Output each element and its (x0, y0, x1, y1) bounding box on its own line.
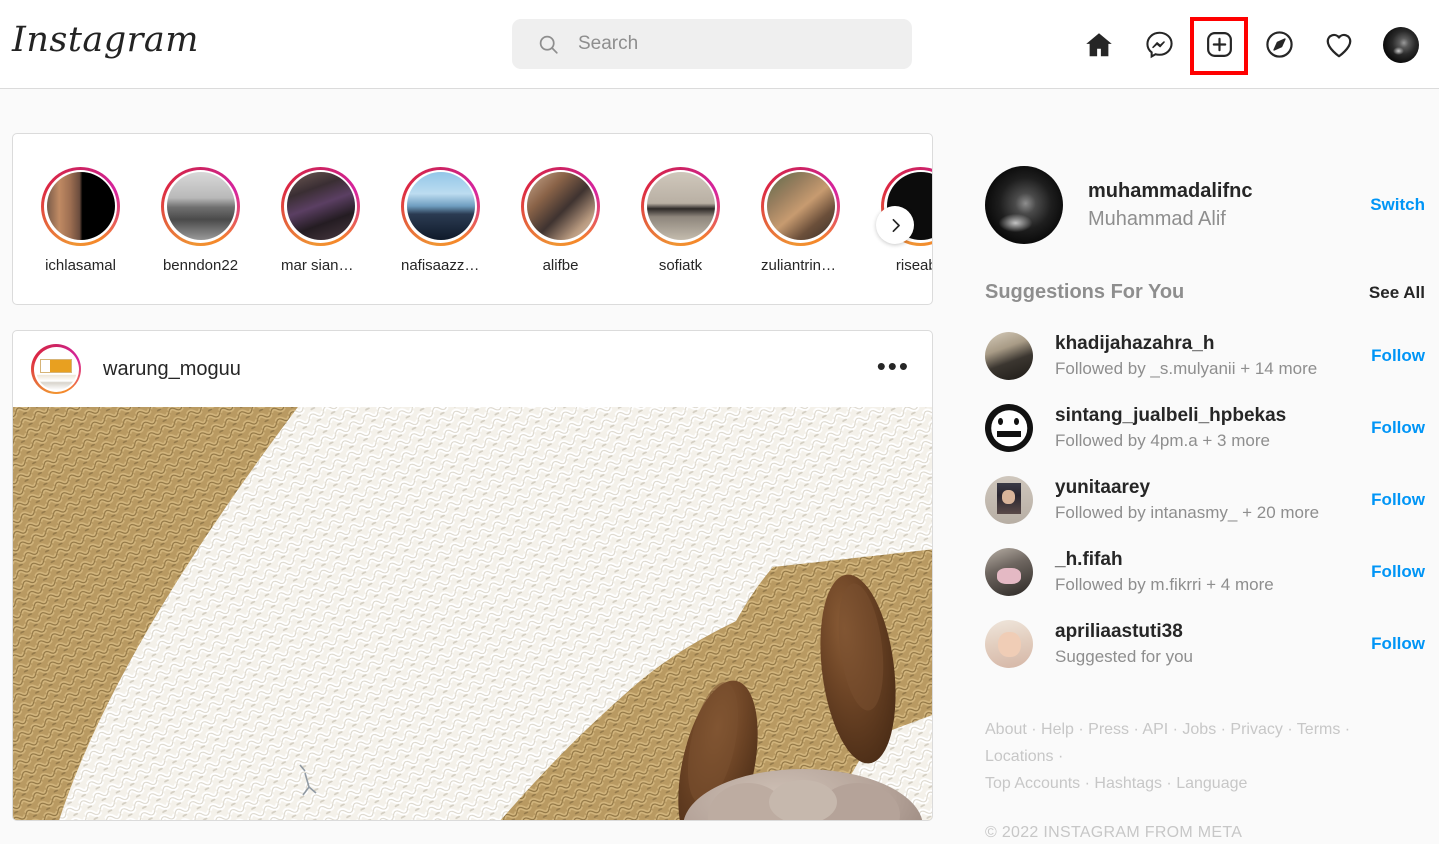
stories-next-arrow-icon[interactable] (876, 206, 914, 244)
footer-links-line1[interactable]: About · Help · Press · API · Jobs · Priv… (985, 716, 1405, 770)
story-username: nafisaazzan... (401, 256, 480, 274)
suggestion-username[interactable]: khadijahazahra_h (1055, 333, 1317, 355)
profile-avatar[interactable] (1383, 26, 1419, 63)
messenger-icon[interactable] (1143, 29, 1175, 61)
current-user-username[interactable]: muhammadalifnc (1088, 180, 1252, 203)
activity-heart-icon[interactable] (1323, 29, 1355, 61)
feed-post: warung_moguu ••• (12, 330, 933, 821)
feed-column: ichlasamal benndon22 mar siana2 nafisaaz… (12, 133, 933, 821)
follow-button[interactable]: Follow (1357, 418, 1425, 438)
suggestion-username[interactable]: _h.fifah (1055, 549, 1274, 571)
story-item[interactable]: alifbe (521, 166, 600, 274)
story-avatar (166, 172, 235, 240)
story-avatar (46, 172, 115, 240)
search-input[interactable]: Search (512, 19, 912, 69)
suggestion-username[interactable]: yunitaarey (1055, 477, 1319, 499)
suggestion-subtitle: Suggested for you (1055, 647, 1193, 666)
story-ring (401, 166, 480, 246)
story-ring (641, 166, 720, 246)
suggestion-avatar[interactable] (985, 620, 1033, 668)
story-item[interactable]: benndon22 (161, 166, 240, 274)
follow-button[interactable]: Follow (1357, 634, 1425, 654)
story-username: ichlasamal (45, 256, 116, 274)
story-username: benndon22 (162, 256, 239, 274)
suggestion-avatar[interactable] (985, 332, 1033, 380)
post-image[interactable] (13, 407, 932, 820)
switch-account-button[interactable]: Switch (1370, 195, 1425, 215)
current-user-fullname: Muhammad Alif (1088, 207, 1226, 230)
suggestion-row: yunitaarey Followed by intanasmy_ + 20 m… (985, 464, 1425, 536)
footer-copyright: © 2022 INSTAGRAM FROM META (985, 824, 1243, 841)
story-ring (281, 166, 360, 246)
nav-icon-group (1083, 0, 1419, 89)
story-username: mar siana234 (281, 256, 360, 274)
story-ring (761, 166, 840, 246)
story-avatar (406, 172, 475, 240)
page-body: ichlasamal benndon22 mar siana2 nafisaaz… (0, 89, 1439, 844)
story-avatar (646, 172, 715, 240)
story-avatar (526, 172, 595, 240)
stories-tray: ichlasamal benndon22 mar siana2 nafisaaz… (12, 133, 933, 305)
post-author-avatar[interactable] (31, 344, 81, 394)
suggestion-subtitle: Followed by _s.mulyanii + 14 more (1055, 359, 1318, 378)
story-username: zuliantrinur... (761, 256, 840, 274)
follow-button[interactable]: Follow (1357, 562, 1425, 582)
suggestion-avatar[interactable] (985, 404, 1033, 452)
story-avatar (766, 172, 835, 240)
suggestion-subtitle: Followed by m.fikrri + 4 more (1055, 575, 1274, 594)
post-options-icon[interactable]: ••• (871, 351, 916, 387)
suggestion-row: sintang_jualbeli_hpbekas Followed by 4pm… (985, 392, 1425, 464)
footer-links-line2[interactable]: Top Accounts · Hashtags · Language (985, 770, 1405, 797)
story-item[interactable]: zuliantrinur... (761, 166, 840, 274)
story-item[interactable]: mar siana234 (281, 166, 360, 274)
story-ring (521, 166, 600, 246)
suggestion-subtitle: Followed by intanasmy_ + 20 more (1055, 503, 1320, 522)
suggestion-avatar[interactable] (985, 476, 1033, 524)
suggestion-username[interactable]: apriliaastuti38 (1055, 621, 1193, 643)
suggestions-list: khadijahazahra_h Followed by _s.mulyanii… (985, 320, 1425, 680)
story-item[interactable]: nafisaazzan... (401, 166, 480, 274)
stories-strip: ichlasamal benndon22 mar siana2 nafisaaz… (13, 134, 932, 304)
suggestion-avatar[interactable] (985, 548, 1033, 596)
home-icon[interactable] (1083, 29, 1115, 61)
post-image-content (13, 407, 932, 820)
current-user-avatar[interactable] (985, 166, 1063, 244)
follow-button[interactable]: Follow (1357, 490, 1425, 510)
see-all-button[interactable]: See All (1369, 283, 1425, 303)
story-ring (161, 166, 240, 246)
search-icon (538, 34, 559, 55)
suggestion-row: khadijahazahra_h Followed by _s.mulyanii… (985, 320, 1425, 392)
suggestions-title: Suggestions For You (985, 281, 1185, 303)
suggestions-header: Suggestions For You See All (985, 281, 1425, 304)
follow-button[interactable]: Follow (1357, 346, 1425, 366)
suggestion-row: _h.fifah Followed by m.fikrri + 4 more F… (985, 536, 1425, 608)
suggestion-row: apriliaastuti38 Suggested for you Follow (985, 608, 1425, 680)
story-item[interactable]: ichlasamal (41, 166, 120, 274)
story-ring (41, 166, 120, 246)
current-user-text: muhammadalifnc Muhammad Alif (1088, 180, 1252, 231)
top-navigation-bar: Instagram Search (0, 0, 1439, 89)
current-user-row: muhammadalifnc Muhammad Alif Switch (985, 166, 1425, 244)
create-post-icon[interactable] (1190, 16, 1248, 75)
story-avatar (286, 172, 355, 240)
story-username: riseabo (895, 256, 932, 274)
suggestion-subtitle: Followed by 4pm.a + 3 more (1055, 431, 1270, 450)
explore-compass-icon[interactable] (1263, 29, 1295, 61)
sidebar-footer: About · Help · Press · API · Jobs · Priv… (985, 716, 1425, 842)
story-username: sofiatk (658, 256, 703, 274)
post-author-username[interactable]: warung_moguu (103, 358, 241, 381)
right-sidebar: muhammadalifnc Muhammad Alif Switch Sugg… (985, 166, 1425, 842)
post-author-avatar-image (35, 348, 77, 390)
story-item[interactable]: sofiatk (641, 166, 720, 274)
story-username: alifbe (542, 256, 579, 274)
search-placeholder: Search (578, 33, 639, 54)
instagram-logo[interactable]: Instagram (12, 20, 199, 60)
suggestion-username[interactable]: sintang_jualbeli_hpbekas (1055, 405, 1286, 427)
post-header: warung_moguu ••• (13, 331, 932, 407)
